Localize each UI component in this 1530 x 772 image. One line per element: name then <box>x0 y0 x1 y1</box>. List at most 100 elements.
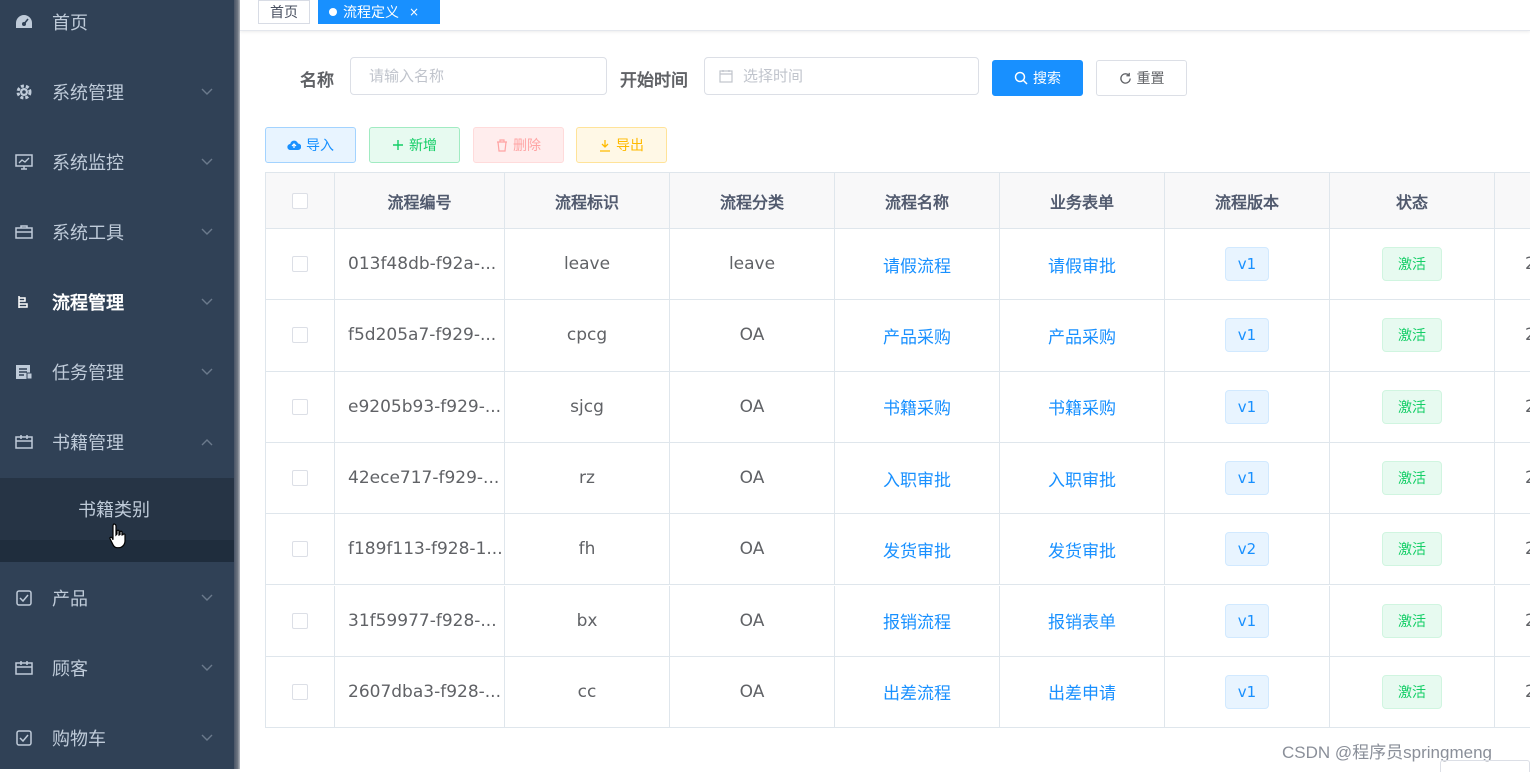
export-button-label: 导出 <box>616 138 644 154</box>
status-badge: 激活 <box>1382 247 1442 282</box>
cell-name: 书籍采购 <box>835 371 1000 442</box>
start-time-input[interactable] <box>705 67 978 85</box>
column-header-overflow <box>1495 173 1530 228</box>
sidebar-item-cart[interactable]: 购物车 <box>0 710 234 766</box>
business-form-link[interactable]: 书籍采购 <box>1048 394 1116 419</box>
version-tag: v1 <box>1225 247 1269 282</box>
row-checkbox[interactable] <box>292 541 308 558</box>
business-form-link[interactable]: 出差申请 <box>1048 679 1116 704</box>
monitor-icon <box>14 152 34 172</box>
cell-name: 发货审批 <box>835 514 1000 585</box>
toolbox-icon <box>14 222 34 242</box>
business-form-link[interactable]: 入职审批 <box>1048 466 1116 491</box>
flow-name-link[interactable]: 产品采购 <box>883 323 951 348</box>
table-row: 31f59977-f928-...bxOA 报销流程 报销表单 v1 激活 2 <box>266 585 1530 657</box>
business-form-link[interactable]: 请假审批 <box>1048 252 1116 277</box>
overflow-cell: 2 <box>1495 586 1530 656</box>
cell-key: cpcg <box>505 300 670 371</box>
row-checkbox[interactable] <box>292 683 308 700</box>
flow-name-link[interactable]: 书籍采购 <box>883 394 951 419</box>
sidebar-item-flow-management[interactable]: 流程管理 <box>0 274 234 330</box>
cell-category: OA <box>670 300 835 371</box>
sidebar-item-system-monitor[interactable]: 系统监控 <box>0 134 234 190</box>
flow-name-link[interactable]: 发货审批 <box>883 537 951 562</box>
version-tag: v1 <box>1225 674 1269 709</box>
flow-name-link[interactable]: 报销流程 <box>883 608 951 633</box>
tags-view: 首页 流程定义 × <box>240 0 1530 31</box>
close-icon[interactable]: × <box>409 5 419 19</box>
chevron-down-icon <box>200 591 214 605</box>
sidebar-item-task-management[interactable]: 任务管理 <box>0 344 234 400</box>
sidebar-item-system-management[interactable]: 系统管理 <box>0 64 234 120</box>
column-header: 业务表单 <box>1000 173 1165 228</box>
chevron-down-icon <box>200 731 214 745</box>
cloud-upload-icon <box>287 140 301 151</box>
cell-id: 42ece717-f929-... <box>335 442 505 514</box>
tag-home[interactable]: 首页 <box>258 0 310 24</box>
cell-key: bx <box>505 585 670 656</box>
status-cell: 激活 <box>1330 229 1495 300</box>
name-input[interactable] <box>351 67 606 85</box>
trash-icon <box>497 138 507 152</box>
export-button[interactable]: 导出 <box>576 127 667 163</box>
sidebar-item-product[interactable]: 产品 <box>0 570 234 626</box>
version-cell: v1 <box>1165 371 1330 442</box>
cell-name: 请假流程 <box>835 229 1000 300</box>
status-cell: 激活 <box>1330 514 1495 585</box>
refresh-icon <box>1119 72 1131 84</box>
row-checkbox[interactable] <box>292 327 308 344</box>
search-button[interactable]: 搜索 <box>992 60 1083 96</box>
cell-category: OA <box>670 585 835 656</box>
version-tag: v1 <box>1225 603 1269 638</box>
select-all-checkbox[interactable] <box>292 192 308 209</box>
hand-cursor-icon <box>109 523 126 549</box>
sidebar-item-label: 首页 <box>52 13 88 34</box>
business-form-link[interactable]: 报销表单 <box>1048 608 1116 633</box>
sidebar-item-home[interactable]: 首页 <box>0 0 234 50</box>
row-select-cell <box>266 656 335 727</box>
status-cell: 激活 <box>1330 300 1495 371</box>
cell-category: OA <box>670 514 835 585</box>
status-badge: 激活 <box>1382 532 1442 567</box>
sidebar: 首页 系统管理 系统监控 系统工具 流程管理 任务管理 书籍管理 书籍类别 产品… <box>0 0 234 769</box>
sidebar-item-customer[interactable]: 顾客 <box>0 640 234 696</box>
row-checkbox[interactable] <box>292 256 308 273</box>
select-all-cell <box>266 173 335 228</box>
sidebar-divider <box>234 0 240 769</box>
cell-key: sjcg <box>505 371 670 442</box>
column-header: 状态 <box>1330 173 1495 228</box>
sidebar-item-book-management[interactable]: 书籍管理 <box>0 414 234 470</box>
reset-button[interactable]: 重置 <box>1096 60 1187 96</box>
row-select-cell <box>266 514 335 585</box>
chevron-down-icon <box>200 295 214 309</box>
start-time-picker[interactable] <box>704 57 979 95</box>
version-cell: v1 <box>1165 229 1330 300</box>
name-label: 名称 <box>300 71 334 91</box>
flow-definition-table: 流程编号 流程标识 流程分类 流程名称 业务表单 流程版本 状态 013f48d… <box>265 172 1530 728</box>
row-select-cell <box>266 229 335 300</box>
row-checkbox[interactable] <box>292 470 308 487</box>
overflow-cell: 2 <box>1495 229 1530 299</box>
table-row: f5d205a7-f929-...cpcgOA 产品采购 产品采购 v1 激活 2 <box>266 300 1530 372</box>
cell-category: leave <box>670 229 835 300</box>
delete-button[interactable]: 删除 <box>473 127 564 163</box>
flow-name-link[interactable]: 入职审批 <box>883 466 951 491</box>
status-badge: 激活 <box>1382 318 1442 353</box>
business-form-link[interactable]: 产品采购 <box>1048 323 1116 348</box>
row-checkbox[interactable] <box>292 398 308 415</box>
tag-flow-definition[interactable]: 流程定义 × <box>318 0 440 24</box>
flow-name-link[interactable]: 出差流程 <box>883 679 951 704</box>
cell-form: 出差申请 <box>1000 656 1165 727</box>
import-button[interactable]: 导入 <box>265 127 356 163</box>
sidebar-item-system-tools[interactable]: 系统工具 <box>0 204 234 260</box>
cell-name: 出差流程 <box>835 656 1000 727</box>
status-badge: 激活 <box>1382 603 1442 638</box>
checkbox-icon <box>14 728 34 748</box>
cell-id: 013f48db-f92a-... <box>335 229 505 300</box>
add-button[interactable]: 新增 <box>369 127 460 163</box>
flow-name-link[interactable]: 请假流程 <box>883 252 951 277</box>
overflow-cell: 2 <box>1495 514 1530 584</box>
business-form-link[interactable]: 发货审批 <box>1048 537 1116 562</box>
sidebar-item-label: 购物车 <box>52 729 106 750</box>
row-checkbox[interactable] <box>292 612 308 629</box>
